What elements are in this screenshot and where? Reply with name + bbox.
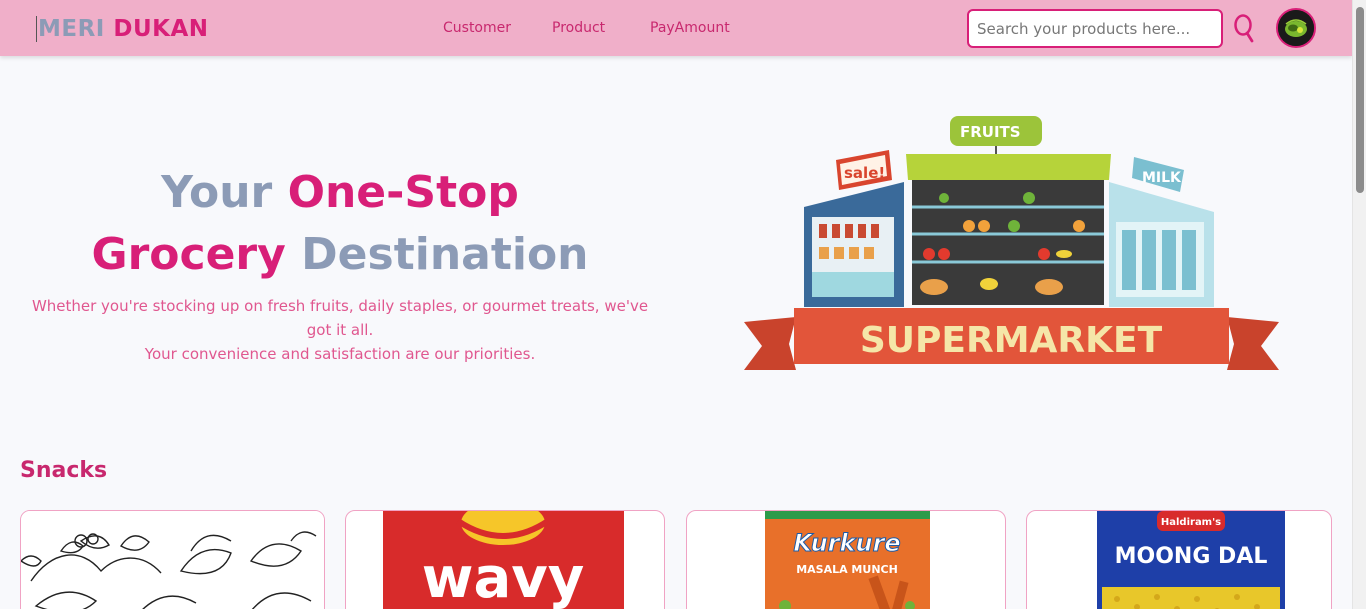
user-avatar[interactable] xyxy=(1276,8,1316,48)
hero-title-part1: Your xyxy=(161,167,273,218)
product-card-2[interactable]: wavy xyxy=(345,510,665,609)
nav-customer[interactable]: Customer xyxy=(443,20,511,36)
svg-text:MOONG DAL: MOONG DAL xyxy=(1115,544,1268,569)
hero-subtitle-line2: Your convenience and satisfaction are ou… xyxy=(144,345,536,363)
nav-product[interactable]: Product xyxy=(552,20,605,36)
svg-text:MASALA MUNCH: MASALA MUNCH xyxy=(796,563,898,576)
brand-part1: MERI xyxy=(38,16,105,42)
svg-text:Kurkure: Kurkure xyxy=(793,529,900,557)
kurkure-pack-image: Kurkure MASALA MUNCH xyxy=(765,511,930,609)
svg-text:MILK: MILK xyxy=(1142,170,1182,186)
fruits-sign: FRUITS xyxy=(950,116,1042,154)
milk-sign: MILK xyxy=(1132,157,1184,192)
scrollbar-thumb[interactable] xyxy=(1356,7,1364,193)
search-input[interactable] xyxy=(967,9,1223,48)
lays-wavy-pack-image: wavy xyxy=(383,511,624,609)
line-art-leaves-image xyxy=(21,511,324,609)
product-card-3[interactable]: Kurkure MASALA MUNCH xyxy=(686,510,1006,609)
haldirams-pack-image: Haldiram's MOONG DAL xyxy=(1097,511,1285,609)
svg-text:wavy: wavy xyxy=(422,546,585,609)
svg-text:sale!: sale! xyxy=(844,164,885,182)
navbar: MERI DUKAN Customer Product PayAmount xyxy=(0,0,1352,56)
supermarket-illustration: sale! MILK FRUITS SUPERMARKET xyxy=(744,112,1279,374)
hero-subtitle-line1: Whether you're stocking up on fresh frui… xyxy=(31,297,649,339)
sale-sign: sale! xyxy=(836,150,892,190)
section-title-snacks: Snacks xyxy=(20,458,108,483)
product-card-1[interactable] xyxy=(20,510,325,609)
hero-title-part2: One-Stop xyxy=(287,167,519,218)
brand-logo[interactable]: MERI DUKAN xyxy=(36,16,209,42)
hero-subtitle: Whether you're stocking up on fresh frui… xyxy=(20,294,660,366)
brand-part2: DUKAN xyxy=(113,16,209,42)
hero-title-part3: Grocery xyxy=(91,229,286,280)
product-card-4[interactable]: Haldiram's MOONG DAL xyxy=(1026,510,1332,609)
nav-pay-amount[interactable]: PayAmount xyxy=(650,20,730,36)
svg-text:FRUITS: FRUITS xyxy=(960,123,1021,141)
supermarket-banner-text: SUPERMARKET xyxy=(860,320,1163,361)
hero-title-part4: Destination xyxy=(301,229,589,280)
page-scrollbar[interactable] xyxy=(1352,0,1366,609)
hero-title: Your One-Stop Grocery Destination xyxy=(20,162,660,286)
svg-text:Haldiram's: Haldiram's xyxy=(1161,517,1221,528)
search-icon[interactable] xyxy=(1231,12,1257,44)
